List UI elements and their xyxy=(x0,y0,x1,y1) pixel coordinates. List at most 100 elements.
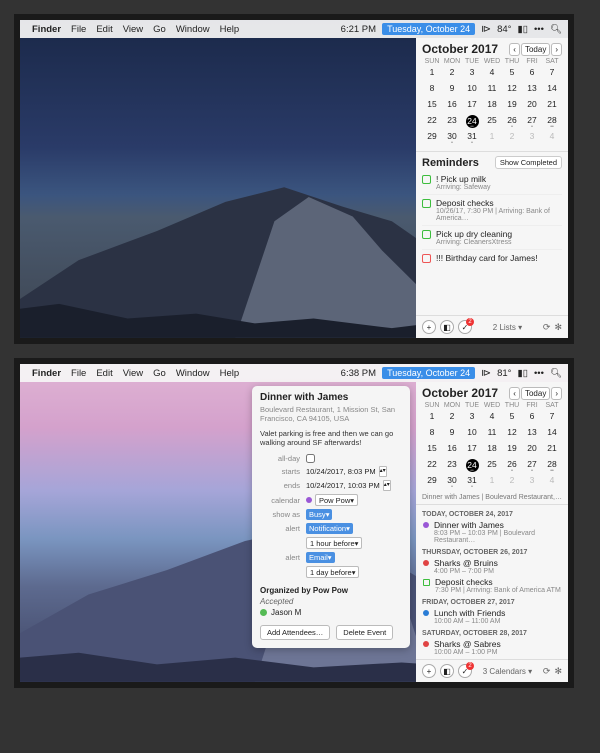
alert2-offset-select[interactable]: 1 day before ▾ xyxy=(306,566,359,578)
calendar-day[interactable]: 25 xyxy=(482,459,502,473)
footer-label[interactable]: 3 Calendars ▾ xyxy=(476,667,539,676)
app-name[interactable]: Finder xyxy=(32,368,61,379)
event-note[interactable]: Valet parking is free and then we can go… xyxy=(260,429,402,448)
starts-stepper[interactable]: ▴▾ xyxy=(379,466,387,477)
delete-event-button[interactable]: Delete Event xyxy=(336,625,393,640)
search-icon[interactable]: 🔍︎ xyxy=(550,24,562,35)
calendar-mode-button[interactable]: ◧ xyxy=(440,320,454,334)
settings-button[interactable]: ✻ xyxy=(554,322,562,333)
calendar-day[interactable]: 8 xyxy=(422,83,442,97)
calendar-day[interactable]: 9 xyxy=(442,427,462,441)
menu-go[interactable]: Go xyxy=(153,368,166,379)
calendar-day[interactable]: 26• xyxy=(502,459,522,473)
calendar-day[interactable]: 1 xyxy=(422,67,442,81)
menu-view[interactable]: View xyxy=(123,24,143,35)
calendar-day[interactable]: 15 xyxy=(422,443,442,457)
calendar-day[interactable]: 3 xyxy=(522,131,542,145)
calendar-day[interactable]: 16 xyxy=(442,443,462,457)
calendar-day[interactable]: 24•• xyxy=(462,459,482,473)
calendar-day[interactable]: 30• xyxy=(442,131,462,145)
calendar-day[interactable]: 12 xyxy=(502,83,522,97)
refresh-button[interactable]: ⟳ xyxy=(543,666,551,677)
calendar-day[interactable]: 11 xyxy=(482,83,502,97)
calendar-day[interactable]: 12 xyxy=(502,427,522,441)
reminder-item[interactable]: Pick up dry cleaningArriving: CleanersXt… xyxy=(422,225,562,249)
menu-go[interactable]: Go xyxy=(153,24,166,35)
calendar-day[interactable]: 21 xyxy=(542,99,562,113)
menu-window[interactable]: Window xyxy=(176,24,210,35)
today-button[interactable]: Today xyxy=(521,43,550,56)
calendar-day[interactable]: 1 xyxy=(422,411,442,425)
menu-file[interactable]: File xyxy=(71,368,86,379)
menu-help[interactable]: Help xyxy=(220,24,240,35)
ends-stepper[interactable]: ▴▾ xyxy=(383,480,391,491)
calendar-day[interactable]: 18 xyxy=(482,99,502,113)
calendar-day[interactable]: 14 xyxy=(542,83,562,97)
show-completed-button[interactable]: Show Completed xyxy=(495,156,562,169)
clock[interactable]: 6:21 PM xyxy=(341,24,376,35)
calendar-day[interactable]: 13 xyxy=(522,83,542,97)
reminder-checkbox[interactable] xyxy=(422,230,431,239)
event-item[interactable]: Deposit checks7:30 PM | Arriving: Bank o… xyxy=(416,576,568,595)
ends-field[interactable]: 10/24/2017, 10:03 PM xyxy=(306,481,380,490)
battery-icon[interactable]: ▮▯ xyxy=(517,24,527,35)
calendar-day[interactable]: 19 xyxy=(502,99,522,113)
calendar-day[interactable]: 7 xyxy=(542,411,562,425)
calendar-day[interactable]: 29 xyxy=(422,131,442,145)
calendar-day[interactable]: 27• xyxy=(522,115,542,129)
footer-label[interactable]: 2 Lists ▾ xyxy=(476,323,539,332)
menu-file[interactable]: File xyxy=(71,24,86,35)
calendar-day[interactable]: 21 xyxy=(542,443,562,457)
calendar-day[interactable]: 3 xyxy=(522,475,542,489)
menu-help[interactable]: Help xyxy=(220,368,240,379)
starts-field[interactable]: 10/24/2017, 8:03 PM xyxy=(306,467,376,476)
calendar-day[interactable]: 26• xyxy=(502,115,522,129)
add-button[interactable]: + xyxy=(422,664,436,678)
event-item[interactable]: Sharks @ Sabres10:00 AM – 1:00 PM xyxy=(416,638,568,657)
calendar-day[interactable]: 7 xyxy=(542,67,562,81)
calendar-day[interactable]: 10 xyxy=(462,427,482,441)
reminder-checkbox[interactable] xyxy=(422,175,431,184)
calendar-day[interactable]: 2 xyxy=(502,131,522,145)
reminders-mode-button[interactable]: ✓ xyxy=(458,664,472,678)
calendar-day[interactable]: 6 xyxy=(522,411,542,425)
calendar-day[interactable]: 22 xyxy=(422,115,442,129)
alert1-type-select[interactable]: Notification ▾ xyxy=(306,523,353,534)
calendar-day[interactable]: 2 xyxy=(442,67,462,81)
calendar-day[interactable]: 30• xyxy=(442,475,462,489)
reminder-item[interactable]: ! Pick up milkArriving: Safeway xyxy=(422,171,562,194)
app-name[interactable]: Finder xyxy=(32,24,61,35)
calendar-day[interactable]: 22 xyxy=(422,459,442,473)
calendar-day[interactable]: 2 xyxy=(442,411,462,425)
calendar-day[interactable]: 3 xyxy=(462,411,482,425)
reminder-checkbox[interactable] xyxy=(422,199,431,208)
calendar-day[interactable]: 18 xyxy=(482,443,502,457)
calendar-day[interactable]: 25 xyxy=(482,115,502,129)
menu-extra-icon[interactable]: ••• xyxy=(534,24,544,35)
search-icon[interactable]: 🔍︎ xyxy=(550,368,562,379)
calendar-day[interactable]: 23 xyxy=(442,115,462,129)
calendar-day[interactable]: 4 xyxy=(542,131,562,145)
calendar-day[interactable]: 23 xyxy=(442,459,462,473)
battery-icon[interactable]: ▮▯ xyxy=(517,368,527,379)
reminder-item[interactable]: Deposit checks10/26/17, 7:30 PM | Arrivi… xyxy=(422,194,562,225)
add-attendees-button[interactable]: Add Attendees… xyxy=(260,625,330,640)
calendar-day[interactable]: 2 xyxy=(502,475,522,489)
calendar-day[interactable]: 1 xyxy=(482,475,502,489)
clock[interactable]: 6:38 PM xyxy=(341,368,376,379)
calendar-day[interactable]: 13 xyxy=(522,427,542,441)
calendar-day[interactable]: 11 xyxy=(482,427,502,441)
calendar-day[interactable]: 4 xyxy=(482,411,502,425)
calendar-day[interactable]: 4 xyxy=(542,475,562,489)
allday-checkbox[interactable] xyxy=(306,454,315,463)
calendar-day[interactable]: 10 xyxy=(462,83,482,97)
calendar-day[interactable]: 9 xyxy=(442,83,462,97)
settings-button[interactable]: ✻ xyxy=(554,666,562,677)
calendar-day[interactable]: 28•• xyxy=(542,459,562,473)
calendar-day[interactable]: 19 xyxy=(502,443,522,457)
calendar-day[interactable]: 4 xyxy=(482,67,502,81)
calendar-mode-button[interactable]: ◧ xyxy=(440,664,454,678)
calendar-day[interactable]: 31• xyxy=(462,475,482,489)
calendar-day[interactable]: 8 xyxy=(422,427,442,441)
prev-month-button[interactable]: ‹ xyxy=(509,43,520,56)
